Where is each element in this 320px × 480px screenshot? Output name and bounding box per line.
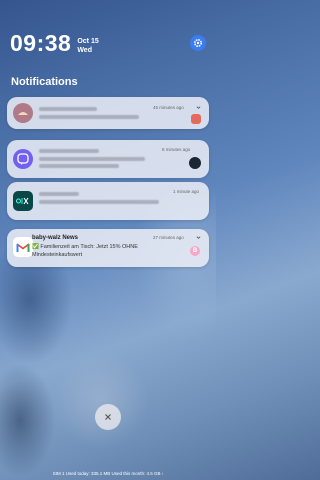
blurred-title: [39, 149, 99, 153]
notification-time: 27 minutes ago: [153, 235, 184, 240]
blurred-text: [39, 157, 145, 161]
clear-all-button[interactable]: [95, 404, 121, 430]
sender-badge: B: [190, 246, 200, 256]
olx-icon: [13, 191, 33, 211]
viber-icon: [13, 149, 33, 169]
notification-card[interactable]: 6 minutes ago: [7, 140, 209, 178]
day-label: Wed: [77, 47, 92, 54]
blurred-text: [39, 164, 119, 168]
chevron-down-icon[interactable]: [196, 235, 201, 240]
notification-time: 45 minutes ago: [153, 105, 184, 110]
thumbnail-image: [191, 114, 201, 124]
close-icon: [105, 414, 111, 420]
clock-time: 09:38: [10, 30, 72, 56]
notifications-title: Notifications: [11, 76, 78, 88]
data-usage-text: SIM 1 Used today: 335.1 MB Used this mon…: [52, 471, 161, 476]
blurred-text: [39, 115, 139, 119]
date-block: Oct 15 Wed: [77, 37, 98, 55]
date-label: Oct 15: [77, 38, 99, 45]
avatar: [189, 157, 201, 169]
data-usage-footer[interactable]: SIM 1 Used today: 335.1 MB Used this mon…: [0, 471, 216, 476]
notification-app-name: baby-walz News: [32, 235, 79, 241]
notification-card[interactable]: 1 minute ago: [7, 182, 209, 220]
blurred-title: [39, 107, 97, 111]
gmail-icon: [13, 237, 33, 257]
notification-time: 1 minute ago: [173, 189, 200, 194]
chevron-down-icon[interactable]: [196, 105, 201, 110]
notification-card[interactable]: 45 minutes ago: [7, 97, 209, 129]
notification-time: 6 minutes ago: [162, 147, 191, 152]
hands-photo-app-icon: [13, 103, 33, 123]
chevron-right-icon: ›: [161, 471, 164, 476]
blurred-title: [39, 192, 79, 196]
clock-widget: 09:38 Oct 15 Wed: [10, 30, 99, 57]
settings-gear-icon[interactable]: [190, 35, 206, 51]
notification-text: ✅ Familienzeit am Tisch: Jetzt 15% OHNE …: [32, 244, 138, 258]
blurred-text: [39, 200, 159, 204]
